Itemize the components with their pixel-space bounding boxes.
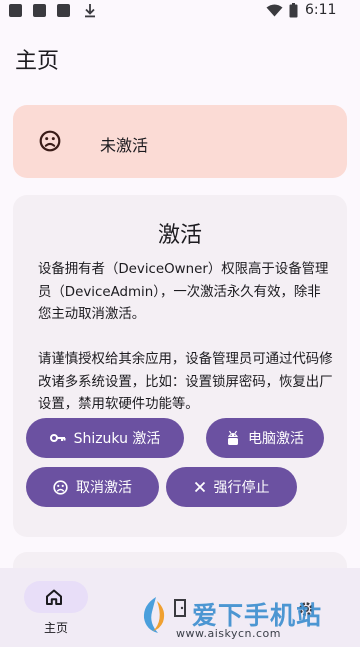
app-notification-icon bbox=[33, 4, 46, 17]
download-icon bbox=[85, 4, 95, 18]
home-icon bbox=[46, 589, 62, 605]
activation-title: 激活 bbox=[157, 223, 202, 248]
cancel-activation-button[interactable]: 取消激活 bbox=[26, 467, 159, 507]
status-text: 未激活 bbox=[100, 136, 149, 155]
activation-description: 设备拥有者（DeviceOwner）权限高于设备管理员（DeviceAdmin）… bbox=[38, 262, 333, 412]
sad-face-icon bbox=[39, 130, 61, 152]
watermark-url: www.aiskycn.com bbox=[176, 627, 282, 640]
door-icon[interactable] bbox=[172, 598, 190, 618]
android-icon bbox=[228, 430, 238, 445]
nav-home-label: 主页 bbox=[43, 621, 68, 635]
activation-card: 激活 设备拥有者（DeviceOwner）权限高于设备管理员（DeviceAdm… bbox=[13, 195, 347, 537]
wifi-icon bbox=[266, 4, 283, 17]
force-stop-button[interactable]: 强行停止 bbox=[166, 467, 297, 507]
app-notification-icon bbox=[57, 4, 70, 17]
shizuku-activate-button[interactable]: Shizuku 激活 bbox=[26, 418, 184, 458]
watermark-logo bbox=[143, 597, 165, 633]
cancel-activation-label: 取消激活 bbox=[76, 480, 132, 496]
screen: 6:11 主页 未激活 激活 设备拥有者（DeviceOwner）权限高于设备管… bbox=[0, 0, 360, 647]
force-stop-label: 强行停止 bbox=[213, 480, 270, 496]
activation-status-card[interactable]: 未激活 bbox=[13, 105, 347, 178]
sad-face-icon bbox=[53, 479, 68, 495]
nav-item-home[interactable]: 主页 bbox=[22, 581, 90, 643]
shizuku-activate-label: Shizuku 激活 bbox=[73, 431, 161, 447]
key-icon bbox=[49, 434, 66, 442]
pc-activate-button[interactable]: 电脑激活 bbox=[206, 418, 324, 458]
page-title: 主页 bbox=[15, 49, 60, 74]
close-icon bbox=[194, 481, 205, 493]
app-notification-icon bbox=[9, 4, 22, 17]
status-bar: 6:11 bbox=[0, 0, 360, 26]
status-time: 6:11 bbox=[305, 2, 337, 18]
pc-activate-label: 电脑激活 bbox=[248, 431, 304, 447]
battery-icon bbox=[289, 3, 298, 18]
